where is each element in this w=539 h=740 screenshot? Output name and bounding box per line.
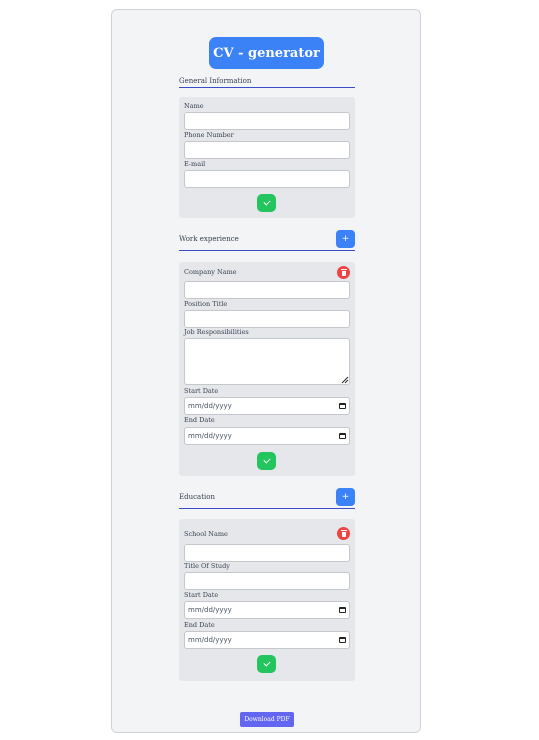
- responsibilities-textarea[interactable]: [184, 338, 350, 385]
- education-section-divider: [179, 508, 355, 509]
- work-start-label: Start Date: [184, 387, 219, 395]
- company-input[interactable]: [184, 281, 350, 299]
- work-save-button[interactable]: [257, 452, 276, 470]
- resize-handle-icon[interactable]: [340, 375, 349, 384]
- email-input[interactable]: [184, 170, 350, 188]
- education-save-button[interactable]: [257, 655, 276, 673]
- work-start-date-input[interactable]: mm/dd/yyyy: [184, 397, 350, 415]
- general-section-title: General Information: [179, 77, 252, 85]
- date-placeholder: mm/dd/yyyy: [188, 432, 232, 440]
- app-title: CV - generator: [209, 37, 324, 69]
- add-education-button[interactable]: +: [336, 488, 355, 506]
- responsibilities-label: Job Responsibilities: [184, 328, 249, 336]
- study-label: Title Of Study: [184, 562, 230, 570]
- plus-icon: +: [341, 234, 350, 244]
- plus-icon: +: [341, 492, 350, 502]
- general-save-button[interactable]: [257, 194, 276, 212]
- add-work-button[interactable]: +: [336, 230, 355, 248]
- edu-start-label: Start Date: [184, 591, 219, 599]
- position-input[interactable]: [184, 310, 350, 328]
- name-input[interactable]: [184, 112, 350, 130]
- position-label: Position Title: [184, 300, 228, 308]
- delete-education-button[interactable]: [337, 527, 350, 540]
- check-icon: [262, 659, 271, 667]
- general-section-divider: [179, 87, 355, 88]
- calendar-icon[interactable]: [339, 433, 346, 439]
- calendar-icon[interactable]: [339, 607, 346, 613]
- trash-icon: [340, 269, 347, 276]
- check-icon: [262, 456, 271, 464]
- work-section-title: Work experience: [179, 235, 239, 243]
- company-label: Company Name: [184, 268, 237, 276]
- work-section-divider: [179, 250, 355, 251]
- edu-start-date-input[interactable]: mm/dd/yyyy: [184, 601, 350, 619]
- study-input[interactable]: [184, 572, 350, 590]
- calendar-icon[interactable]: [339, 637, 346, 643]
- work-end-date-input[interactable]: mm/dd/yyyy: [184, 427, 350, 445]
- education-section-title: Education: [179, 493, 215, 501]
- school-label: School Name: [184, 530, 228, 538]
- trash-icon: [340, 530, 347, 537]
- edu-end-label: End Date: [184, 621, 215, 629]
- phone-label: Phone Number: [184, 131, 234, 139]
- delete-work-button[interactable]: [337, 266, 350, 279]
- responsibilities-wrapper: [184, 338, 350, 385]
- calendar-icon[interactable]: [339, 403, 346, 409]
- date-placeholder: mm/dd/yyyy: [188, 606, 232, 614]
- phone-input[interactable]: [184, 141, 350, 159]
- download-pdf-button[interactable]: Download PDF: [240, 712, 294, 727]
- work-end-label: End Date: [184, 416, 215, 424]
- email-label: E-mail: [184, 160, 206, 168]
- name-label: Name: [184, 102, 204, 110]
- school-input[interactable]: [184, 544, 350, 562]
- check-icon: [262, 198, 271, 206]
- date-placeholder: mm/dd/yyyy: [188, 636, 232, 644]
- edu-end-date-input[interactable]: mm/dd/yyyy: [184, 631, 350, 649]
- date-placeholder: mm/dd/yyyy: [188, 402, 232, 410]
